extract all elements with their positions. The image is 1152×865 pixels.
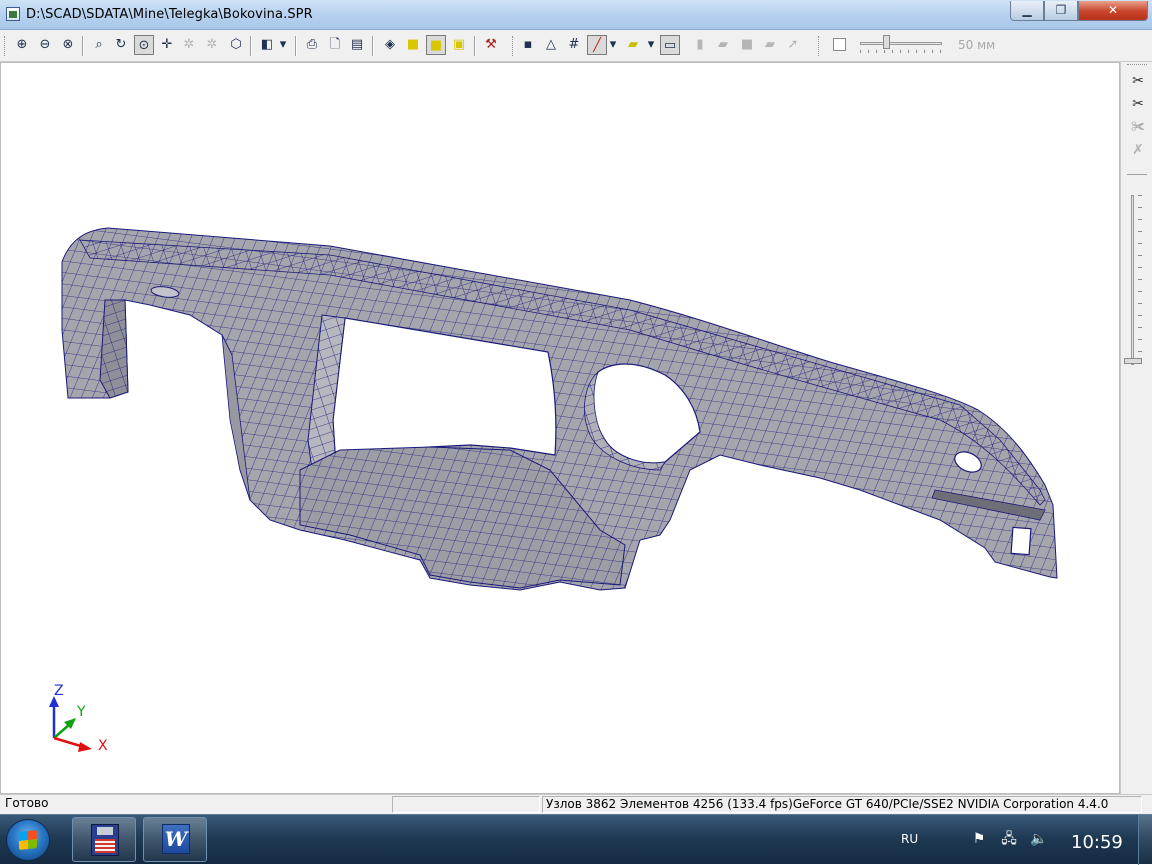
volume-icon[interactable]: 🔈 [1030,830,1048,848]
orbit-icon[interactable]: ⊙ [134,35,154,55]
taskbar-scad-button[interactable] [72,817,136,862]
status-pane-empty [392,796,540,813]
projection-icon[interactable]: ◧ [257,35,277,55]
right-end-window [1010,526,1032,556]
line-color-icon[interactable]: ╱ [587,35,607,55]
minimize-button[interactable]: ▁ [1010,1,1044,21]
projection-dropdown-icon[interactable]: ▾ [277,35,289,55]
print-preview-icon[interactable]: 🗋 [325,35,345,55]
wireframe-cube-icon[interactable]: ◈ [380,35,400,55]
app-icon[interactable] [6,7,20,21]
network-icon[interactable]: 🖧 [1000,830,1018,848]
windows-logo-icon [19,830,37,850]
scissors-icon[interactable]: ✂ [1129,72,1147,90]
show-desktop-button[interactable] [1138,815,1152,865]
word-icon: W [162,824,190,854]
triangle-mesh-icon[interactable]: △ [541,35,561,55]
toolbar-separator [372,36,374,56]
arrow-icon[interactable]: ➚ [783,35,803,55]
cut-section-icon[interactable]: ✀ [1129,118,1147,136]
status-ready: Готово [5,796,49,810]
depth-slider-ticks [1138,195,1142,365]
solid-cube-icon[interactable]: ■ [403,35,423,55]
start-button[interactable] [6,819,50,861]
axes-triad [49,696,92,752]
scale-checkbox[interactable] [833,38,846,51]
scale-slider-thumb[interactable] [883,35,890,49]
zoom-in-icon[interactable]: ⊕ [12,35,32,55]
toolbar-grip[interactable] [4,36,7,56]
floppy-icon [91,824,119,856]
maximize-button[interactable]: ❐ [1044,1,1078,21]
shaded-cube-icon[interactable]: ■ [426,35,446,55]
fill-color-dropdown-icon[interactable]: ▾ [645,35,657,55]
surface-icon[interactable]: ▰ [760,35,780,55]
zoom-out-icon[interactable]: ⊖ [35,35,55,55]
plate-icon[interactable]: ▭ [660,35,680,55]
node-icon[interactable]: ▪ [518,35,538,55]
grid-mesh-icon[interactable]: # [564,35,584,55]
pan-icon[interactable]: ✛ [157,35,177,55]
action-center-flag-icon[interactable]: ⚑ [970,830,988,848]
scale-size-label: 50 мм [958,38,996,52]
toolbar-grip[interactable] [512,36,515,56]
scale-slider[interactable] [860,42,942,45]
export-bmp-icon[interactable]: ▤ [347,35,367,55]
language-indicator[interactable]: RU [901,832,918,846]
hammer-icon[interactable]: ⚒ [481,35,501,55]
close-button[interactable]: ✕ [1078,1,1148,21]
toolbar-separator [82,36,84,56]
shell-icon[interactable]: ▰ [713,35,733,55]
rotate-y-icon[interactable]: ✲ [202,35,222,55]
axis-y-label: Y [77,704,86,720]
beam-icon[interactable]: ▮ [690,35,710,55]
rotate-x-icon[interactable]: ✲ [179,35,199,55]
panel-separator [1127,174,1147,177]
fill-color-icon[interactable]: ▰ [623,35,643,55]
taskbar: W RU ⚑ 🖧 🔈 10:59 [0,814,1152,865]
cube-edges-icon[interactable]: ▣ [449,35,469,55]
axis-z-label: Z [54,683,64,699]
cut-plane-icon[interactable]: ✂ [1129,95,1147,113]
toolbar-separator [250,36,252,56]
toolbar-grip[interactable] [818,36,821,56]
window-title: D:\SCAD\SDATA\Mine\Telegka\Bokovina.SPR [26,7,313,22]
taskbar-word-button[interactable]: W [143,817,207,862]
scale-slider-ticks [860,50,942,53]
title-bar: D:\SCAD\SDATA\Mine\Telegka\Bokovina.SPR … [0,0,1152,30]
cut-cancel-icon[interactable]: ✗ [1129,141,1147,159]
axis-x-label: X [98,738,108,754]
zoom-all-icon[interactable]: ⊗ [58,35,78,55]
clock[interactable]: 10:59 [1071,832,1123,853]
solid-icon[interactable]: ■ [737,35,757,55]
line-color-dropdown-icon[interactable]: ▾ [607,35,619,55]
panel-grip[interactable] [1127,64,1147,67]
status-model-info: Узлов 3862 Элементов 4256 (133.4 fps)GeF… [542,796,1142,813]
print-icon[interactable]: ⎙ [302,35,322,55]
right-toolbar: ✂ ✂ ✀ ✗ [1120,62,1152,794]
box-view-icon[interactable]: ⬡ [226,35,246,55]
depth-slider-thumb[interactable] [1124,358,1142,364]
fe-model-view[interactable] [0,62,1120,794]
depth-slider[interactable] [1131,195,1134,365]
status-bar: Готово Узлов 3862 Элементов 4256 (133.4 … [0,794,1152,814]
main-toolbar: ⊕ ⊖ ⊗ ⌕ ↻ ⊙ ✛ ✲ ✲ ⬡ ◧ ▾ ⎙ 🗋 ▤ ◈ ■ ■ ▣ ⚒ … [0,30,1152,62]
zoom-window-icon[interactable]: ⌕ [89,35,109,55]
rotate-icon[interactable]: ↻ [111,35,131,55]
toolbar-separator [295,36,297,56]
toolbar-separator [474,36,476,56]
